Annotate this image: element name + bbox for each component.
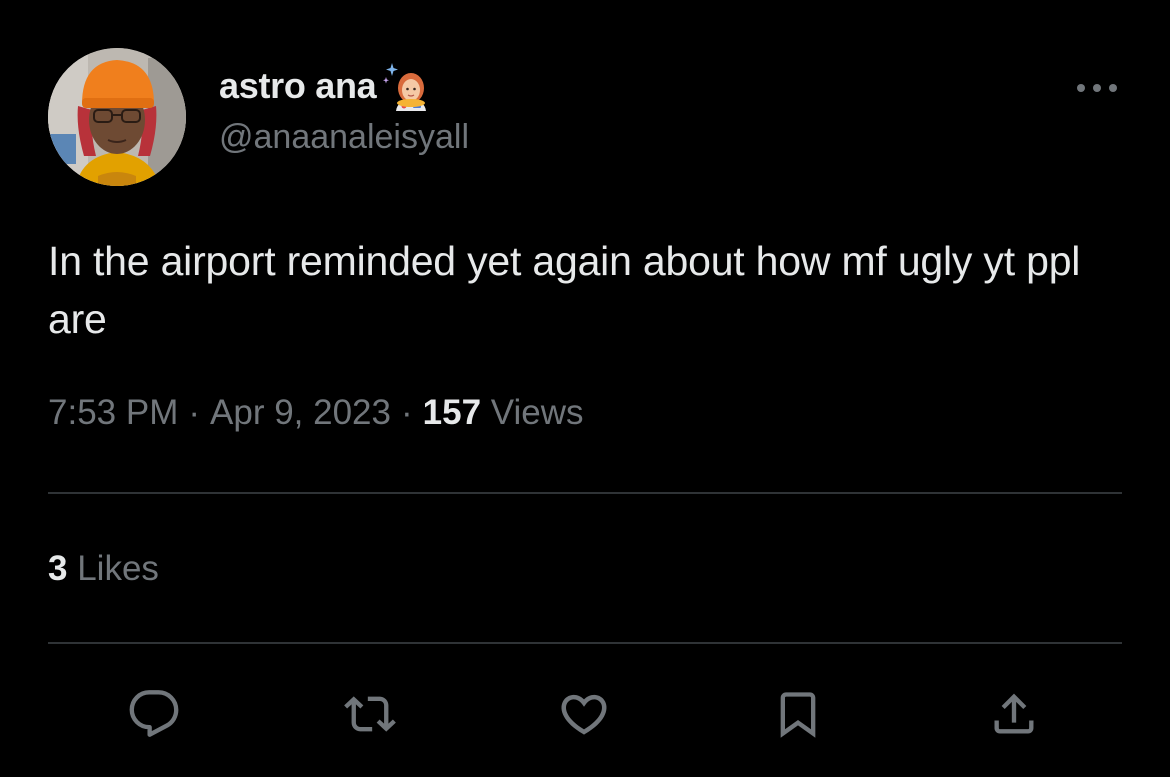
- meta-separator: ·: [400, 393, 413, 432]
- astronaut-emoji-icon: [380, 61, 430, 111]
- reply-button[interactable]: [126, 686, 182, 742]
- reply-icon: [129, 690, 179, 737]
- display-name[interactable]: astro ana: [219, 65, 377, 107]
- meta-separator: ·: [188, 393, 201, 432]
- tweet-text: In the airport reminded yet again about …: [48, 238, 1081, 342]
- divider: [48, 642, 1122, 644]
- user-handle[interactable]: @anaanaleisyall: [219, 118, 469, 157]
- bookmark-icon: [780, 692, 816, 738]
- avatar[interactable]: [48, 48, 186, 186]
- heart-icon: [561, 694, 607, 735]
- retweet-button[interactable]: [342, 686, 398, 742]
- tweet-date[interactable]: Apr 9, 2023: [210, 393, 391, 432]
- share-button[interactable]: [986, 686, 1042, 742]
- user-name-row[interactable]: astro ana: [219, 61, 430, 111]
- tweet-detail: astro ana @anaanaleisyall In the airport…: [0, 0, 1170, 777]
- views-label: Views: [490, 393, 584, 432]
- avatar-image: [48, 48, 186, 186]
- tweet-meta: 7:53 PM · Apr 9, 2023 · 157 Views: [48, 393, 584, 433]
- like-button[interactable]: [556, 686, 612, 742]
- likes-label: Likes: [77, 549, 159, 588]
- likes-stat[interactable]: 3 Likes: [48, 549, 159, 589]
- retweet-icon: [344, 696, 396, 732]
- views-count: 157: [422, 393, 482, 432]
- tweet-time[interactable]: 7:53 PM: [48, 393, 178, 432]
- likes-count: 3: [48, 549, 68, 588]
- more-button[interactable]: [1072, 70, 1122, 106]
- bookmark-button[interactable]: [770, 686, 826, 742]
- divider: [48, 492, 1122, 494]
- more-icon: [1077, 84, 1117, 92]
- share-icon: [994, 693, 1034, 734]
